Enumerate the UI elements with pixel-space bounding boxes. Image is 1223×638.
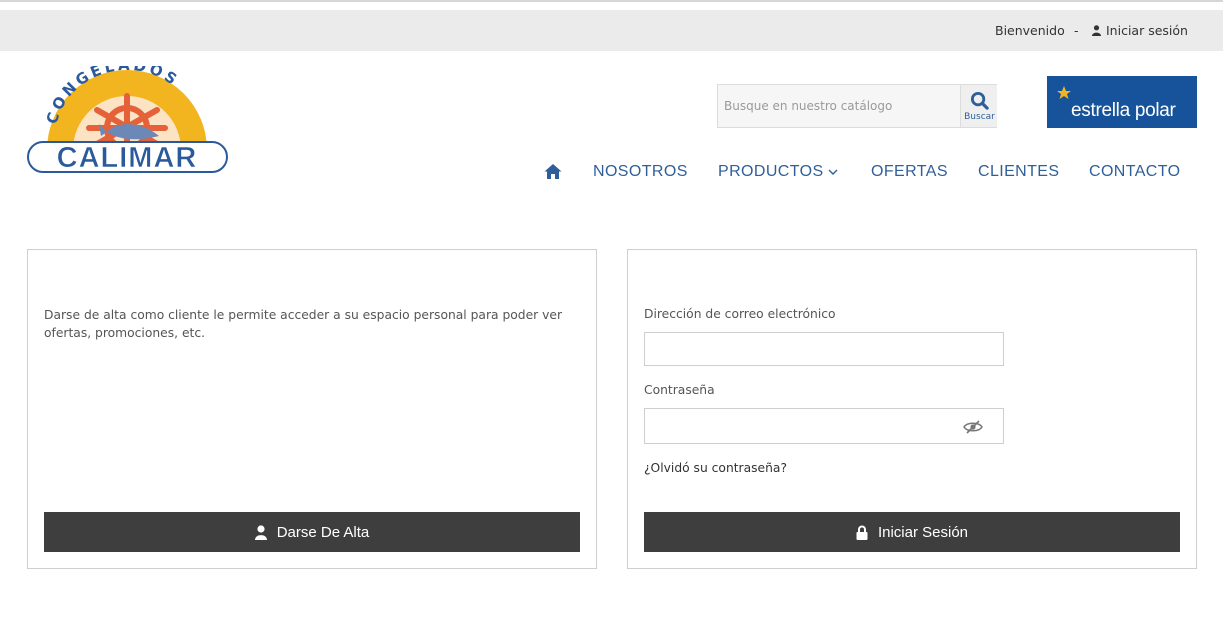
user-icon [1092, 25, 1101, 36]
register-button-label: Darse De Alta [276, 523, 370, 541]
search-button[interactable]: Buscar [960, 85, 997, 127]
top-bar: Bienvenido - Iniciar sesión [0, 10, 1223, 51]
login-link[interactable]: Iniciar sesión [1092, 23, 1188, 38]
brand-text: estrella polar [1071, 100, 1177, 121]
welcome-text: Bienvenido [995, 23, 1065, 38]
nav-item-clientes[interactable]: CLIENTES [978, 163, 1059, 181]
eye-slash-icon[interactable] [963, 419, 983, 435]
nav-item-nosotros[interactable]: NOSOTROS [593, 163, 688, 181]
forgot-password-link[interactable]: ¿Olvidó su contraseña? [644, 461, 787, 475]
home-icon[interactable] [544, 163, 562, 180]
login-button-label: Iniciar Sesión [877, 523, 969, 541]
lock-icon [856, 525, 868, 540]
register-description: Darse de alta como cliente le permite ac… [44, 308, 563, 340]
topbar-separator: - [1074, 23, 1079, 38]
top-border [0, 0, 1223, 2]
register-panel: Darse de alta como cliente le permite ac… [27, 249, 597, 569]
estrella-polar-banner[interactable]: estrella polar [1047, 76, 1197, 128]
password-field-wrapper [644, 408, 1004, 444]
user-icon [254, 524, 267, 540]
search-input[interactable] [718, 85, 960, 127]
logo-name: CALIMAR [57, 142, 198, 174]
chevron-down-icon [828, 169, 838, 175]
search-box: Buscar [717, 84, 997, 128]
login-panel: Dirección de correo electrónico Contrase… [627, 249, 1197, 569]
email-field[interactable] [645, 333, 1003, 365]
register-button[interactable]: Darse De Alta [44, 512, 580, 552]
search-icon [970, 91, 989, 110]
star-icon [1057, 86, 1071, 99]
email-label: Dirección de correo electrónico [644, 307, 836, 321]
email-field-wrapper [644, 332, 1004, 366]
calimar-logo[interactable]: CONGELADOS CALIMAR [25, 56, 230, 176]
nav-item-contacto[interactable]: CONTACTO [1089, 163, 1181, 181]
password-field[interactable] [645, 409, 1003, 443]
login-link-label: Iniciar sesión [1106, 23, 1188, 38]
login-button[interactable]: Iniciar Sesión [644, 512, 1180, 552]
search-button-label: Buscar [964, 112, 995, 122]
password-label: Contraseña [644, 383, 715, 397]
nav-item-ofertas[interactable]: OFERTAS [871, 163, 948, 181]
nav-item-productos[interactable]: PRODUCTOS [718, 163, 824, 181]
